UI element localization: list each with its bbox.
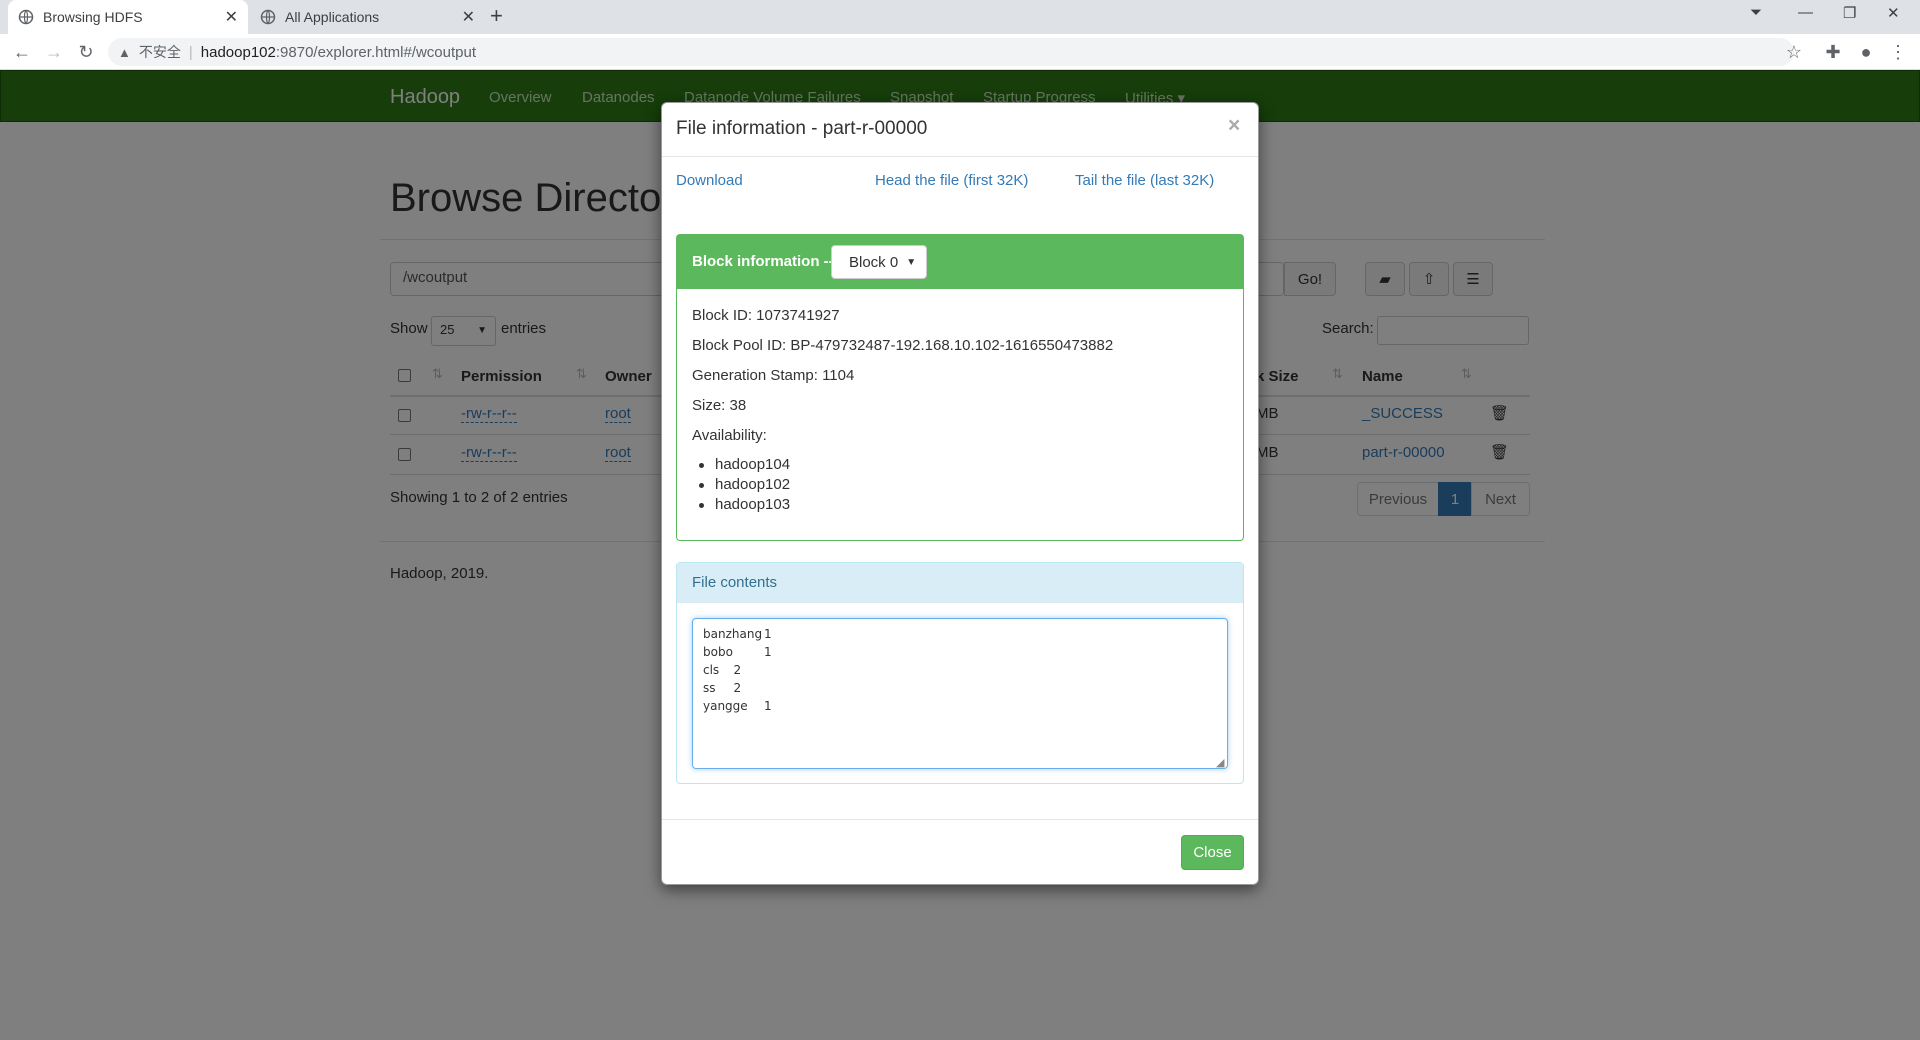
- block-id: Block ID: 1073741927: [692, 307, 840, 324]
- availability-label: Availability:: [692, 427, 767, 444]
- divider: |: [188, 43, 193, 61]
- content-line: cls 2: [703, 663, 742, 677]
- tab-browsing-hdfs[interactable]: Browsing HDFS ✕: [8, 0, 248, 34]
- restore-icon[interactable]: ❐: [1843, 4, 1856, 22]
- address-input[interactable]: ▲ 不安全 | hadoop102:9870/explorer.html#/wc…: [108, 38, 1794, 66]
- extensions-icon[interactable]: ✚: [1821, 40, 1845, 64]
- block-select[interactable]: Block 0 ▼: [831, 245, 927, 279]
- tab-title: All Applications: [285, 9, 380, 25]
- tab-title: Browsing HDFS: [43, 9, 143, 25]
- reload-icon[interactable]: ↻: [74, 40, 98, 64]
- generation-stamp: Generation Stamp: 1104: [692, 367, 855, 384]
- new-tab-icon[interactable]: +: [490, 4, 503, 28]
- close-tab-icon[interactable]: ✕: [225, 7, 238, 27]
- file-contents-title: File contents: [692, 574, 778, 591]
- download-link[interactable]: Download: [676, 172, 743, 189]
- block-select-value: Block 0: [849, 253, 899, 271]
- content-line: bobo 1: [703, 645, 772, 659]
- globe-icon: [260, 9, 276, 25]
- content-line: yangge 1: [703, 699, 772, 713]
- chevron-down-icon: ▼: [906, 256, 917, 268]
- url-host: hadoop102: [200, 43, 276, 61]
- url-path: :9870/explorer.html#/wcoutput: [275, 43, 476, 61]
- profile-menu-icon[interactable]: ⏷: [1750, 4, 1762, 21]
- minimize-icon[interactable]: —: [1798, 4, 1813, 21]
- window-close-icon[interactable]: ✕: [1887, 4, 1900, 22]
- block-info-title: Block information --: [692, 253, 834, 270]
- block-pool-id: Block Pool ID: BP-479732487-192.168.10.1…: [692, 337, 1114, 354]
- account-icon[interactable]: ●: [1854, 40, 1878, 64]
- forward-icon[interactable]: →: [42, 40, 66, 64]
- warning-icon: ▲: [118, 44, 131, 60]
- back-icon[interactable]: ←: [10, 40, 34, 64]
- close-button[interactable]: Close: [1181, 835, 1244, 870]
- modal-title: File information - part-r-00000: [676, 118, 928, 139]
- host-item: hadoop102: [698, 476, 791, 493]
- host-item: hadoop103: [698, 496, 791, 513]
- content-line: ss 2: [703, 681, 742, 695]
- browser-menu-icon[interactable]: ⋮: [1886, 40, 1910, 64]
- close-icon[interactable]: ×: [1228, 114, 1240, 138]
- divider: [662, 156, 1258, 157]
- bookmark-star-icon[interactable]: ☆: [1782, 40, 1806, 64]
- close-tab-icon[interactable]: ✕: [462, 7, 475, 27]
- host-item: hadoop104: [698, 456, 791, 473]
- divider: [662, 819, 1258, 820]
- tab-all-applications[interactable]: All Applications ✕: [250, 0, 485, 34]
- content-line: banzhang 1: [703, 627, 772, 641]
- globe-icon: [18, 9, 34, 25]
- block-size: Size: 38: [692, 397, 747, 414]
- head-file-link[interactable]: Head the file (first 32K): [875, 172, 1028, 189]
- tail-file-link[interactable]: Tail the file (last 32K): [1075, 172, 1214, 189]
- security-label: 不安全: [138, 44, 181, 60]
- file-contents-textarea[interactable]: [692, 618, 1228, 769]
- resize-handle-icon[interactable]: ◢: [1216, 756, 1224, 769]
